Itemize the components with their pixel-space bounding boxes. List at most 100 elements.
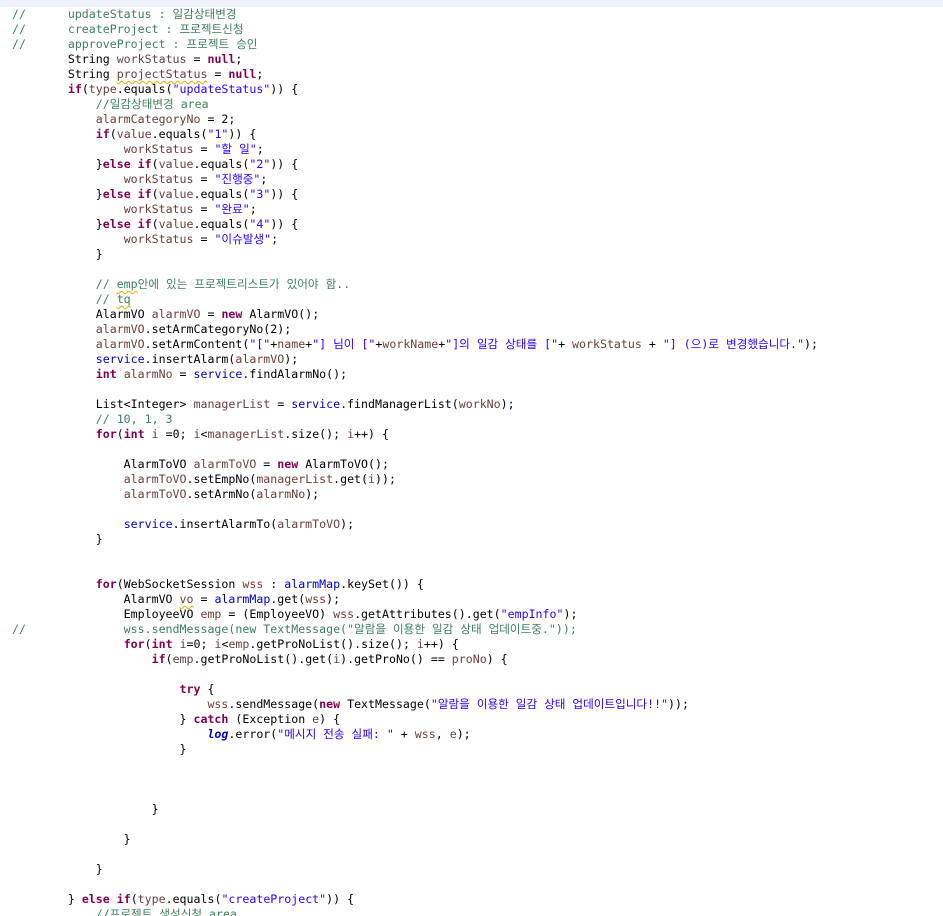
code-token: ( bbox=[109, 127, 117, 141]
code-token: =0; bbox=[158, 427, 194, 441]
code-token: ( bbox=[151, 217, 159, 231]
code-token: = bbox=[193, 202, 215, 216]
code-token: ); bbox=[563, 607, 578, 621]
code-line: } bbox=[0, 862, 943, 877]
code-token: = bbox=[193, 142, 215, 156]
code-token: "empInfo" bbox=[500, 607, 564, 621]
code-token: value bbox=[158, 217, 194, 231]
code-line: log.error("메시지 전송 실패: " + wss, e); bbox=[0, 727, 943, 742]
code-token: "완료" bbox=[214, 202, 250, 216]
code-token: ++) { bbox=[354, 427, 389, 441]
code-token: ); bbox=[326, 592, 341, 606]
code-token: // bbox=[12, 292, 117, 306]
code-token: workStatus bbox=[123, 142, 194, 156]
code-token: = bbox=[186, 52, 208, 66]
code-token: .get( bbox=[270, 592, 306, 606]
code-token: if bbox=[137, 187, 152, 201]
code-token: "] 님이 [" bbox=[312, 337, 376, 351]
code-token: for bbox=[95, 427, 117, 441]
code-token: new bbox=[319, 697, 341, 711]
code-token: i bbox=[193, 427, 201, 441]
code-token: wss bbox=[207, 697, 229, 711]
code-token: if bbox=[116, 892, 131, 906]
code-token: } bbox=[12, 532, 103, 546]
code-token: i bbox=[179, 637, 187, 651]
code-token: "알람을 이용한 일감 상태 업데이트입니다!!" bbox=[430, 697, 669, 711]
code-token: { bbox=[200, 682, 215, 696]
code-token: "1" bbox=[207, 127, 229, 141]
code-token: tq bbox=[116, 292, 131, 306]
code-token: AlarmVO(); bbox=[242, 307, 320, 321]
code-line: alarmToVO.setArmNo(alarmNo); bbox=[0, 487, 943, 502]
code-token: ); bbox=[500, 397, 515, 411]
code-token: .insertAlarm( bbox=[144, 352, 236, 366]
code-token: // createProject : 프로젝트신청 bbox=[12, 22, 244, 36]
code-line: if(emp.getProNoList().get(i).getProNo() … bbox=[0, 652, 943, 667]
code-token: ) { bbox=[319, 712, 341, 726]
code-token: workStatus bbox=[116, 52, 187, 66]
code-token: String bbox=[12, 67, 117, 81]
code-line: service.insertAlarm(alarmVO); bbox=[0, 352, 943, 367]
code-token: new bbox=[277, 457, 299, 471]
code-token: emp bbox=[172, 652, 194, 666]
code-token: ; bbox=[249, 202, 257, 216]
code-token: 안에 있는 프로젝트리스트가 있어야 함.. bbox=[137, 277, 351, 291]
code-token: workStatus bbox=[123, 202, 194, 216]
code-token: int bbox=[123, 427, 145, 441]
code-token: alarmMap bbox=[214, 592, 271, 606]
code-token: workStatus bbox=[123, 172, 194, 186]
code-line: } bbox=[0, 802, 943, 817]
code-token: ( bbox=[165, 652, 173, 666]
code-token: = bbox=[193, 232, 215, 246]
code-token: null bbox=[207, 52, 236, 66]
code-token: "메시지 전송 실패: " bbox=[277, 727, 394, 741]
code-token: )) { bbox=[228, 127, 257, 141]
code-line: workStatus = "완료"; bbox=[0, 202, 943, 217]
code-token: else bbox=[81, 892, 110, 906]
code-token: )) { bbox=[270, 187, 299, 201]
code-line: String workStatus = null; bbox=[0, 52, 943, 67]
code-token: } bbox=[12, 247, 103, 261]
code-token: .get( bbox=[333, 472, 369, 486]
code-token: ( bbox=[81, 82, 89, 96]
code-token: ; bbox=[260, 172, 268, 186]
code-token: alarmVO bbox=[151, 307, 201, 321]
code-token: null bbox=[228, 67, 257, 81]
code-line: } bbox=[0, 832, 943, 847]
code-token: alarmToVO bbox=[123, 487, 187, 501]
code-line: alarmVO.setArmCategoryNo(2); bbox=[0, 322, 943, 337]
code-token: "이슈발생" bbox=[214, 232, 272, 246]
code-token: AlarmToVO(); bbox=[298, 457, 389, 471]
code-token: try bbox=[179, 682, 201, 696]
code-token: projectStatus bbox=[116, 67, 208, 81]
code-token: if bbox=[95, 127, 110, 141]
code-token: ; bbox=[256, 142, 264, 156]
code-token: wss bbox=[242, 577, 264, 591]
code-token: type bbox=[88, 82, 117, 96]
code-line: alarmVO.setArmContent("["+name+"] 님이 ["+… bbox=[0, 337, 943, 352]
code-token: name bbox=[277, 337, 306, 351]
code-token: // approveProject : 프로젝트 승인 bbox=[12, 37, 258, 51]
code-token: .findManagerList( bbox=[340, 397, 459, 411]
code-editor[interactable]: // updateStatus : 일감상태변경// createProject… bbox=[0, 7, 943, 916]
code-token: = bbox=[193, 172, 215, 186]
